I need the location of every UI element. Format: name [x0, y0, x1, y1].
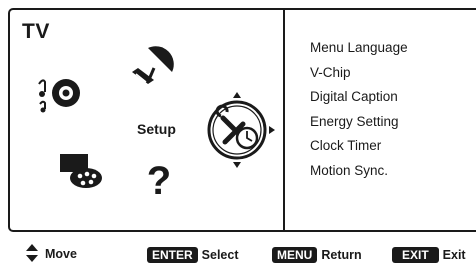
enter-hint: ENTER Select — [147, 247, 239, 263]
svg-text:?: ? — [147, 159, 171, 202]
exit-hint: EXIT Exit — [392, 247, 466, 263]
menu-item-motion-sync[interactable]: Motion Sync. — [310, 160, 408, 185]
menu-item-menu-language[interactable]: Menu Language — [310, 37, 408, 62]
exit-hint-label: Exit — [442, 248, 466, 262]
menu-item-clock-timer[interactable]: Clock Timer — [310, 135, 408, 160]
page-title: TV — [22, 20, 50, 43]
setup-menu-list: Menu Language V-Chip Digital Caption Ene… — [310, 37, 408, 184]
menu-item-v-chip[interactable]: V-Chip — [310, 62, 408, 87]
menu-hint-label: Return — [321, 248, 362, 262]
menu-key: MENU — [272, 247, 318, 263]
satellite-dish-icon[interactable] — [126, 44, 178, 97]
palette-icon[interactable] — [58, 152, 104, 197]
move-hint: Move — [45, 247, 77, 261]
exit-key: EXIT — [392, 247, 439, 263]
menu-item-energy-setting[interactable]: Energy Setting — [310, 111, 408, 136]
enter-hint-label: Select — [201, 248, 239, 262]
enter-key: ENTER — [147, 247, 198, 263]
setup-tools-icon[interactable] — [195, 88, 279, 177]
up-down-arrows-icon — [25, 243, 39, 268]
panel-divider — [283, 10, 285, 230]
speaker-icon[interactable] — [36, 72, 86, 121]
button-guide-bar: Move ENTER Select MENU Return EXIT Exit — [0, 240, 476, 268]
help-icon[interactable]: ? — [143, 158, 175, 207]
menu-hint: MENU Return — [272, 247, 362, 263]
menu-item-digital-caption[interactable]: Digital Caption — [310, 86, 408, 111]
selected-category-label: Setup — [137, 121, 176, 137]
